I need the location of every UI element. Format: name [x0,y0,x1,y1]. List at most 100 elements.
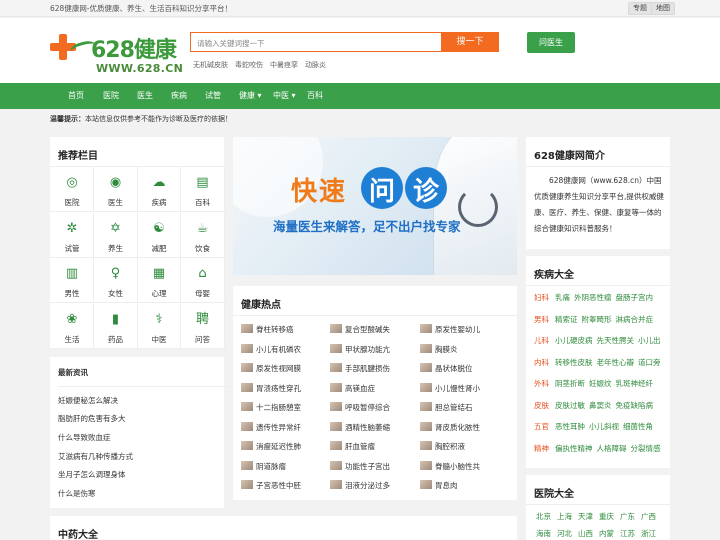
region-link[interactable]: 山西 [578,529,593,538]
news-item[interactable]: 什么导致败血症 [58,432,111,443]
disease-category[interactable]: 外科 [534,379,549,388]
search-button[interactable]: 搜一下 [441,32,499,52]
hot-item[interactable]: 泪液分泌过多 [330,480,390,491]
recommend-item-6[interactable]: ☯ 减肥 [137,212,181,258]
region-link[interactable]: 重庆 [599,512,614,521]
nav-home[interactable]: 首页 [68,83,84,109]
region-link[interactable]: 北京 [536,512,551,521]
sitemap-link[interactable]: 地图 [651,2,675,15]
recommend-item-15[interactable]: 聘问答 [180,303,225,349]
hot-item[interactable]: 胸腔积液 [420,441,465,452]
news-item[interactable]: 坐月子怎么调理身体 [58,469,126,480]
disease-category[interactable]: 儿科 [534,336,549,345]
hot-item[interactable]: 高镁血症 [330,382,375,394]
hot-item[interactable]: 胃息肉 [420,480,458,491]
news-item[interactable]: 脂肪肝的危害有多大 [58,413,126,424]
region-link[interactable]: 广东 [620,512,635,521]
quick-consult-banner[interactable]: 快速 问 诊 海量医生来解答，足不出户找专家 [233,137,517,275]
hot-item[interactable]: 晶状体脱位 [420,363,473,374]
region-link[interactable]: 上海 [557,512,572,521]
recommend-item-3[interactable]: ▤ 百科 [180,167,225,212]
disease-category[interactable]: 五官 [534,422,549,431]
hot-item[interactable]: 呼吸暂停综合 [330,402,390,413]
hot-item[interactable]: 甲状腺功能亢 [330,343,390,355]
disease-link[interactable]: 老年性心瓣 [597,358,635,367]
disease-link[interactable]: 小儿斜视 [589,422,619,431]
ask-doctor-button[interactable]: 问医生 [527,32,575,53]
disease-link[interactable]: 皮肤过敏 [555,401,585,410]
nav-tcm[interactable]: 中医 ▾ [273,83,296,109]
disease-link[interactable]: 免疫缺陷病 [616,401,654,410]
disease-link[interactable]: 分裂情感 [631,444,661,453]
hot-item[interactable]: 子宫恶性中胚 [241,480,301,491]
disease-link[interactable]: 精索证 [555,315,578,324]
disease-link[interactable]: 先天性腭关 [597,336,635,345]
region-link[interactable]: 河北 [557,529,572,538]
disease-link[interactable]: 阴茎折断 [555,379,585,388]
nav-health[interactable]: 健康 ▾ [239,83,262,109]
region-link[interactable]: 广西 [641,512,656,521]
disease-link[interactable]: 乳斑神经纤 [616,379,654,388]
nav-encyclopedia[interactable]: 百科 [307,83,323,109]
search-input[interactable]: 请输入关键词搜一下 [190,32,442,52]
hot-item[interactable]: 脊髓小脑性共 [420,460,480,472]
region-link[interactable]: 天津 [578,512,593,521]
news-item[interactable]: 什么是伤寒 [58,488,96,499]
hot-item[interactable]: 胸膜炎 [420,343,458,355]
disease-link[interactable]: 转移性皮肤 [555,358,593,367]
hot-item[interactable]: 手部肌腱损伤 [330,363,390,374]
recommend-item-1[interactable]: ◉ 医生 [93,167,138,212]
hot-keyword[interactable]: 中暑痉挛 [270,61,298,69]
disease-link[interactable]: 盘肠子宫内 [616,293,654,302]
disease-link[interactable]: 道口旁 [638,358,661,367]
recommend-item-13[interactable]: ▮ 药品 [93,303,138,349]
region-link[interactable]: 浙江 [641,529,656,538]
recommend-item-8[interactable]: ▥ 男性 [50,258,94,303]
disease-link[interactable]: 乳痛 [555,293,570,302]
recommend-item-2[interactable]: ☁ 疾病 [137,167,181,212]
disease-link[interactable]: 妊娠纹 [589,379,612,388]
hot-item[interactable]: 消瘦延迟性肺 [241,441,301,452]
hot-item[interactable]: 十二指肠憩室 [241,402,301,413]
hot-keyword[interactable]: 毒蛇咬伤 [235,61,263,69]
disease-link[interactable]: 附睾畸形 [582,315,612,324]
disease-category[interactable]: 精神 [534,444,549,453]
hot-item[interactable]: 小儿慢性肾小 [420,382,480,394]
disease-link[interactable]: 恶性耳肿 [555,422,585,431]
disease-link[interactable]: 偏执性精神 [555,444,593,453]
disease-category[interactable]: 内科 [534,358,549,367]
recommend-item-9[interactable]: ♀ 女性 [93,258,138,303]
news-item[interactable]: 艾滋病有几种传播方式 [58,451,133,462]
nav-doctor[interactable]: 医生 [137,83,153,109]
hot-item[interactable]: 遗传性异常纤 [241,421,301,433]
disease-link[interactable]: 淋病合并症 [616,315,654,324]
recommend-item-12[interactable]: ❀ 生活 [50,303,94,349]
hot-item[interactable]: 阴道脉瘤 [241,460,286,472]
region-link[interactable]: 海南 [536,529,551,538]
topics-link[interactable]: 专题 [628,2,652,15]
hot-keyword[interactable]: 动脉炎 [305,61,326,69]
disease-link[interactable]: 小儿出 [638,336,661,345]
hot-item[interactable]: 复合型酸碱失 [330,324,390,335]
disease-link[interactable]: 鼻窦炎 [589,401,612,410]
recommend-item-7[interactable]: ☕ 饮食 [180,212,225,258]
nav-hospital[interactable]: 医院 [103,83,119,109]
recommend-item-10[interactable]: ▦ 心理 [137,258,181,303]
hot-item[interactable]: 酒精性脑萎缩 [330,421,390,433]
disease-category[interactable]: 皮肤 [534,401,549,410]
disease-link[interactable]: 外阴恶性瘤 [574,293,612,302]
site-logo[interactable]: 628健康 WWW.628.CN [50,30,183,76]
nav-test-tube[interactable]: 试管 [205,83,221,109]
disease-link[interactable]: 细菌性角 [623,422,653,431]
hot-item[interactable]: 肝血管瘤 [330,441,375,452]
disease-link[interactable]: 小儿硬皮病 [555,336,593,345]
hot-item[interactable]: 肾皮质化脓性 [420,421,480,433]
hot-item[interactable]: 胆总管结石 [420,402,473,413]
disease-category[interactable]: 男科 [534,315,549,324]
hot-item[interactable]: 功能性子宫出 [330,460,390,472]
disease-category[interactable]: 妇科 [534,293,549,302]
hot-item[interactable]: 原发性视网膜 [241,363,301,374]
news-item[interactable]: 妊娠便秘怎么解决 [58,395,118,406]
hot-item[interactable]: 原发性婴幼儿 [420,324,480,335]
recommend-item-5[interactable]: ✡ 养生 [93,212,138,258]
